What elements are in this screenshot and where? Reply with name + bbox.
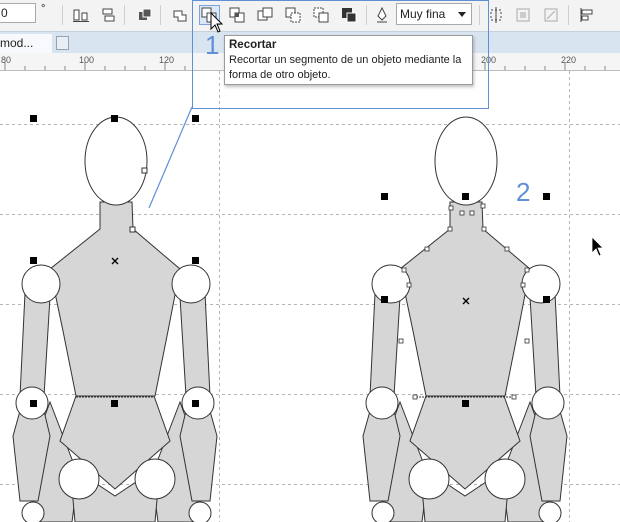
chevron-down-icon <box>458 12 466 17</box>
separator <box>479 5 480 25</box>
back-minus-front-icon[interactable] <box>310 4 332 26</box>
new-document-tab-icon[interactable] <box>56 36 69 50</box>
create-boundary-icon[interactable] <box>485 4 507 26</box>
intersect-icon[interactable] <box>226 4 248 26</box>
outline-width-select[interactable]: Muy fina <box>396 3 472 25</box>
outline-width-value: Muy fina <box>400 7 446 21</box>
figure-right <box>362 116 568 522</box>
rotation-angle-field[interactable]: 0 <box>0 3 36 23</box>
front-minus-back-icon[interactable] <box>282 4 304 26</box>
callout-connector <box>148 106 193 209</box>
canvas-drawing <box>0 71 620 522</box>
align-icon[interactable] <box>576 4 598 26</box>
ruler-label: 120 <box>159 55 175 65</box>
degree-symbol: ° <box>41 3 46 15</box>
property-bar: 0 ° Muy fina <box>0 0 620 31</box>
separator <box>366 5 367 25</box>
step-number-1: 1 <box>205 30 220 60</box>
figure-left <box>12 116 218 522</box>
tooltip: Recortar Recortar un segmento de un obje… <box>224 35 473 85</box>
separator <box>568 5 569 25</box>
document-tab[interactable]: mod... <box>0 34 52 54</box>
tooltip-title: Recortar <box>229 39 277 51</box>
break-apart-icon[interactable] <box>540 4 562 26</box>
outline-pen-icon[interactable] <box>371 4 393 26</box>
simplify-icon[interactable] <box>254 4 276 26</box>
boundary-icon[interactable] <box>338 4 360 26</box>
ruler-label: 200 <box>481 55 497 65</box>
ruler-label: 100 <box>79 55 95 65</box>
ruler-label: 220 <box>561 55 577 65</box>
drawing-canvas[interactable]: 2 <box>0 71 620 522</box>
weld-icon[interactable] <box>169 4 191 26</box>
separator <box>124 5 125 25</box>
separator <box>160 5 161 25</box>
separator <box>62 5 63 25</box>
tooltip-description: Recortar un segmento de un objeto median… <box>229 54 462 81</box>
align-distribute-icon[interactable] <box>70 4 92 26</box>
combine-icon[interactable] <box>134 4 156 26</box>
step-number-2: 2 <box>516 177 531 207</box>
mouse-cursor-icon <box>591 236 604 257</box>
wrap-text-icon[interactable] <box>98 4 120 26</box>
convert-to-bitmap-icon[interactable] <box>512 4 534 26</box>
ruler-label: 80 <box>1 55 12 65</box>
